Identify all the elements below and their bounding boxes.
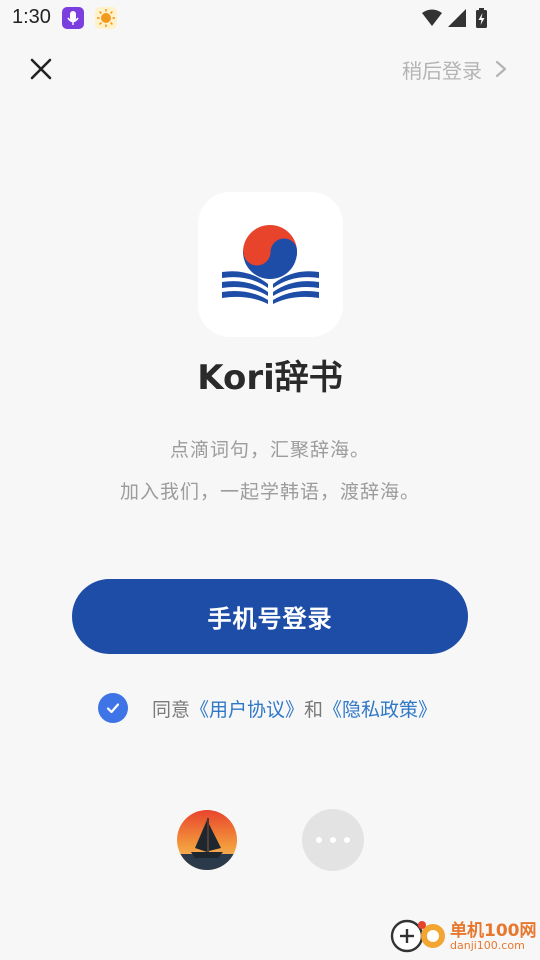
sailboat-login-button[interactable] — [177, 810, 237, 870]
watermark-logo-icon — [390, 919, 445, 953]
more-login-options-button[interactable] — [302, 809, 364, 871]
agreement-and: 和 — [304, 698, 324, 721]
more-options-icon — [312, 837, 354, 843]
watermark-url: danji100.com — [450, 939, 525, 952]
close-icon — [30, 58, 52, 80]
later-login-label: 稍后登录 — [402, 58, 482, 83]
agreement-prefix: 同意 — [152, 698, 191, 721]
slogan-line-2: 加入我们，一起学韩语，渡辞海。 — [119, 481, 420, 503]
signal-icon — [448, 9, 466, 27]
mic-app-icon — [62, 7, 84, 29]
privacy-policy-link[interactable]: 《隐私政策》 — [323, 695, 437, 722]
agreement-checkbox[interactable] — [98, 693, 128, 723]
watermark-title: 单机100网 — [450, 921, 537, 941]
watermark: 单机100网 danji100.com — [390, 912, 540, 960]
user-agreement-link[interactable]: 《用户协议》 — [190, 695, 304, 722]
agreement-row: 同意 《用户协议》 和 《隐私政策》 — [98, 692, 437, 724]
login-screen: 1:30 稍后登录 Kori辞书 点滴词句，汇聚辞海。 加入我们，一起学韩语，渡… — [0, 0, 540, 960]
sailboat-app-icon — [177, 810, 237, 870]
later-login-button[interactable]: 稍后登录 — [402, 54, 508, 84]
sun-app-icon — [95, 7, 117, 29]
slogan-line-1: 点滴词句，汇聚辞海。 — [169, 439, 370, 461]
app-logo — [198, 192, 343, 337]
system-status-icons — [420, 8, 500, 34]
checkmark-icon — [106, 703, 120, 714]
status-time: 1:30 — [12, 6, 51, 28]
chevron-right-icon — [495, 60, 507, 78]
close-button[interactable] — [24, 52, 58, 86]
app-name: Kori辞书 — [197, 358, 343, 398]
battery-charging-icon — [476, 8, 487, 28]
status-bar: 1:30 — [0, 0, 540, 36]
phone-login-button[interactable]: 手机号登录 — [72, 579, 468, 654]
wifi-icon — [422, 9, 442, 26]
